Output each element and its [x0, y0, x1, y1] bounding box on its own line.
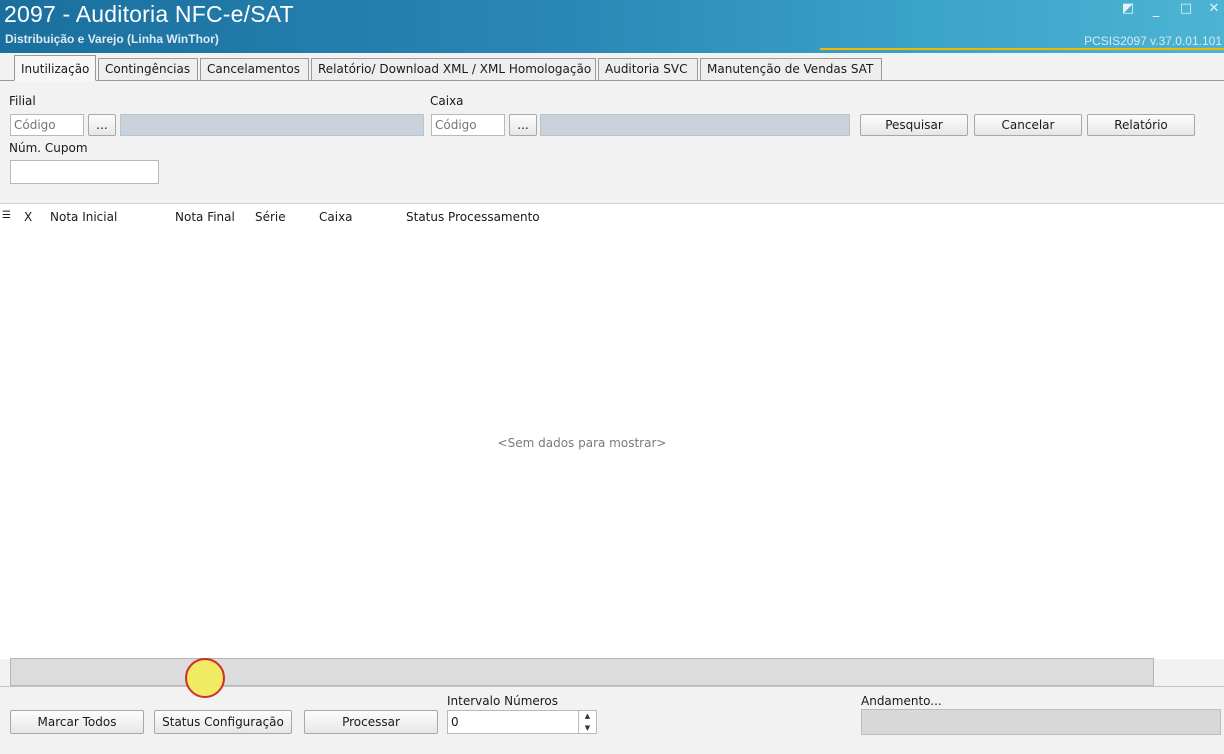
filial-code-input[interactable] [10, 114, 84, 136]
mouse-cursor-highlight [185, 658, 225, 698]
tab-cancelamentos[interactable]: Cancelamentos [200, 58, 309, 80]
pesquisar-button[interactable]: Pesquisar [860, 114, 968, 136]
version-label: PCSIS2097 v.37.0.01.101 [1084, 34, 1222, 48]
results-grid[interactable]: ☰ X Nota Inicial Nota Final Série Caixa … [0, 203, 1224, 659]
window-subtitle: Distribuição e Varejo (Linha WinThor) [5, 32, 219, 46]
minimize-icon[interactable]: _ [1148, 4, 1164, 18]
tab-inutilizacao[interactable]: Inutilização [14, 55, 96, 81]
caixa-name-field [540, 114, 850, 136]
column-header-status-processamento[interactable]: Status Processamento [406, 210, 540, 224]
column-header-nota-inicial[interactable]: Nota Inicial [50, 210, 117, 224]
grid-empty-message: <Sem dados para mostrar> [497, 436, 667, 450]
caixa-lookup-button[interactable]: ... [509, 114, 537, 136]
marcar-todos-button[interactable]: Marcar Todos [10, 710, 144, 734]
relatorio-button[interactable]: Relatório [1087, 114, 1195, 136]
processar-button[interactable]: Processar [304, 710, 438, 734]
grid-menu-icon[interactable]: ☰ [2, 210, 11, 221]
spin-up-icon[interactable]: ▲ [579, 710, 596, 722]
window-title: 2097 - Auditoria NFC-e/SAT [4, 1, 294, 27]
intervalo-spinner[interactable]: ▲ ▼ [578, 710, 596, 734]
filial-lookup-button[interactable]: ... [88, 114, 116, 136]
cancelar-label: Cancelar [1001, 118, 1055, 132]
pesquisar-label: Pesquisar [885, 118, 943, 132]
title-accent-line [820, 48, 1224, 50]
caixa-label: Caixa [430, 94, 464, 108]
tab-auditoria-svc[interactable]: Auditoria SVC [598, 58, 698, 80]
column-header-serie[interactable]: Série [255, 210, 286, 224]
cupom-label: Núm. Cupom [9, 141, 88, 155]
column-header-nota-final[interactable]: Nota Final [175, 210, 235, 224]
filial-label: Filial [9, 94, 36, 108]
tab-relatorio-download-xml[interactable]: Relatório/ Download XML / XML Homologaçã… [311, 58, 596, 80]
caixa-code-input[interactable] [431, 114, 505, 136]
title-bar: 2097 - Auditoria NFC-e/SAT Distribuição … [0, 0, 1224, 53]
column-header-x[interactable]: X [24, 210, 32, 224]
tab-manutencao-vendas-sat[interactable]: Manutenção de Vendas SAT [700, 58, 882, 80]
status-configuracao-button[interactable]: Status Configuração [154, 710, 292, 734]
cancelar-button[interactable]: Cancelar [974, 114, 1082, 136]
horizontal-scrollbar[interactable] [10, 658, 1154, 686]
tab-contingencias[interactable]: Contingências [98, 58, 198, 80]
spin-down-icon[interactable]: ▼ [579, 722, 596, 734]
andamento-label: Andamento... [861, 694, 942, 708]
tab-divider [0, 80, 1224, 81]
relatorio-label: Relatório [1114, 118, 1168, 132]
intervalo-input[interactable] [447, 710, 597, 734]
andamento-progress-bar [861, 709, 1221, 735]
intervalo-label: Intervalo Números [447, 694, 559, 708]
footer-divider [0, 686, 1224, 687]
restore-icon[interactable]: ◩ [1120, 2, 1136, 16]
filial-name-field [120, 114, 424, 136]
column-header-caixa[interactable]: Caixa [319, 210, 353, 224]
close-icon[interactable]: ✕ [1206, 2, 1222, 16]
cupom-input[interactable] [10, 160, 159, 184]
maximize-icon[interactable]: □ [1178, 2, 1194, 16]
